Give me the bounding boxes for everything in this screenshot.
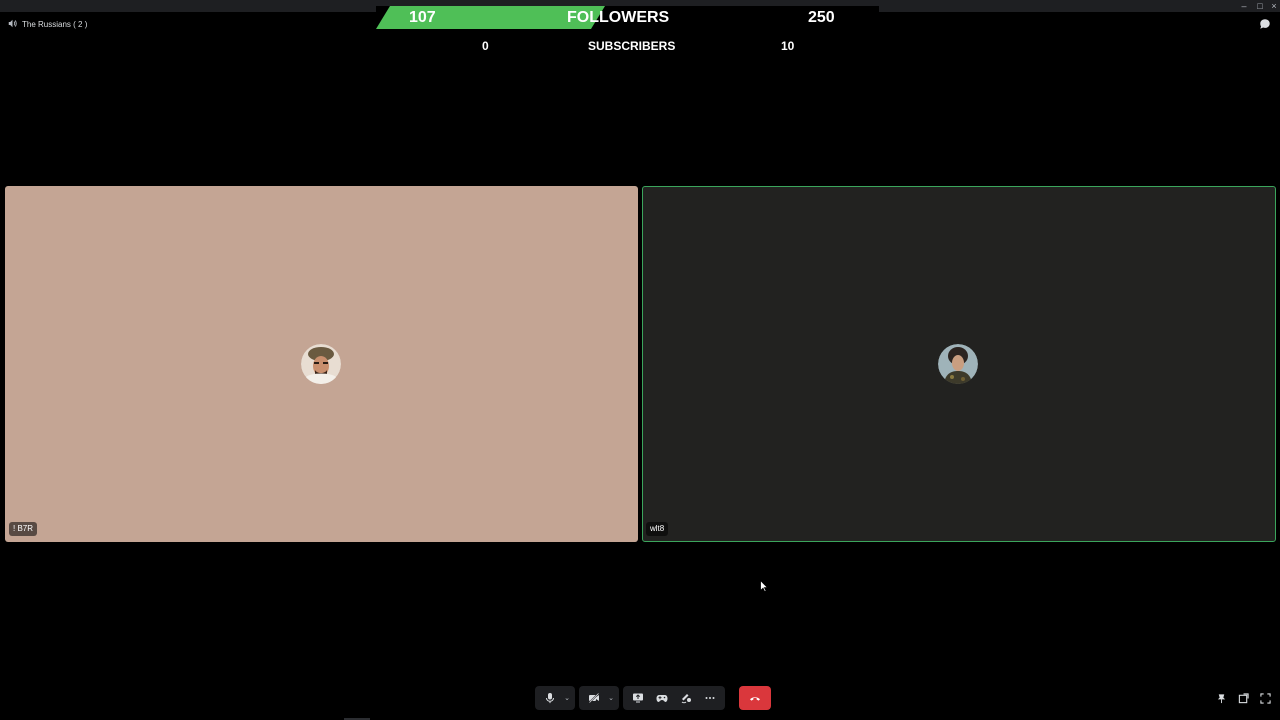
call-controls: ⌄ ⌄ [535, 686, 771, 710]
followers-current: 107 [409, 9, 436, 26]
soundboard-icon [681, 694, 691, 704]
camera-off-icon [588, 692, 600, 704]
popout-button[interactable] [1236, 691, 1250, 705]
followers-goal: 250 [808, 9, 835, 26]
subscribers-goal: 10 [781, 39, 795, 53]
chat-button[interactable] [1258, 17, 1272, 31]
pin-icon [1217, 693, 1225, 703]
screen-share-button[interactable] [627, 686, 649, 710]
participant-tile-speaking[interactable]: wlt8 [642, 186, 1276, 542]
more-button[interactable] [699, 686, 721, 710]
microphone-icon [546, 693, 554, 704]
disconnect-button[interactable] [739, 686, 771, 710]
participant-tile[interactable]: ! B7R [5, 186, 638, 542]
participant-name-tag: ! B7R [9, 522, 38, 536]
speaker-icon [8, 19, 17, 30]
participant-name-tag: wlt8 [646, 522, 669, 536]
minimize-button[interactable]: – [1236, 0, 1252, 12]
mute-group: ⌄ [535, 686, 575, 710]
camera-group: ⌄ [579, 686, 619, 710]
more-icon [705, 697, 715, 699]
pin-button[interactable] [1214, 691, 1228, 705]
screen-share-icon [633, 693, 643, 703]
soundboard-button[interactable] [675, 686, 697, 710]
camera-button[interactable] [583, 686, 605, 710]
followers-label: FOLLOWERS [567, 9, 670, 26]
channel-header[interactable]: The Russians ( 2 ) [8, 18, 87, 30]
subscribers-label: SUBSCRIBERS [588, 39, 676, 53]
mouse-cursor-icon [760, 580, 768, 592]
fullscreen-button[interactable] [1258, 691, 1272, 705]
activity-button[interactable] [651, 686, 673, 710]
fullscreen-icon [1259, 692, 1271, 704]
subscribers-current: 0 [482, 39, 489, 53]
close-button[interactable]: × [1266, 0, 1280, 12]
gamepad-icon [656, 695, 668, 702]
popout-icon [1238, 692, 1249, 703]
actions-group [623, 686, 725, 710]
user-avatar-icon[interactable] [301, 344, 341, 384]
camera-options-chevron[interactable]: ⌄ [607, 686, 615, 710]
phone-hangup-icon [750, 697, 760, 701]
chat-bubble-icon [1260, 19, 1270, 29]
mute-options-chevron[interactable]: ⌄ [563, 686, 571, 710]
mute-button[interactable] [539, 686, 561, 710]
user-avatar-icon[interactable] [938, 344, 978, 384]
channel-name: The Russians ( 2 ) [22, 19, 88, 29]
